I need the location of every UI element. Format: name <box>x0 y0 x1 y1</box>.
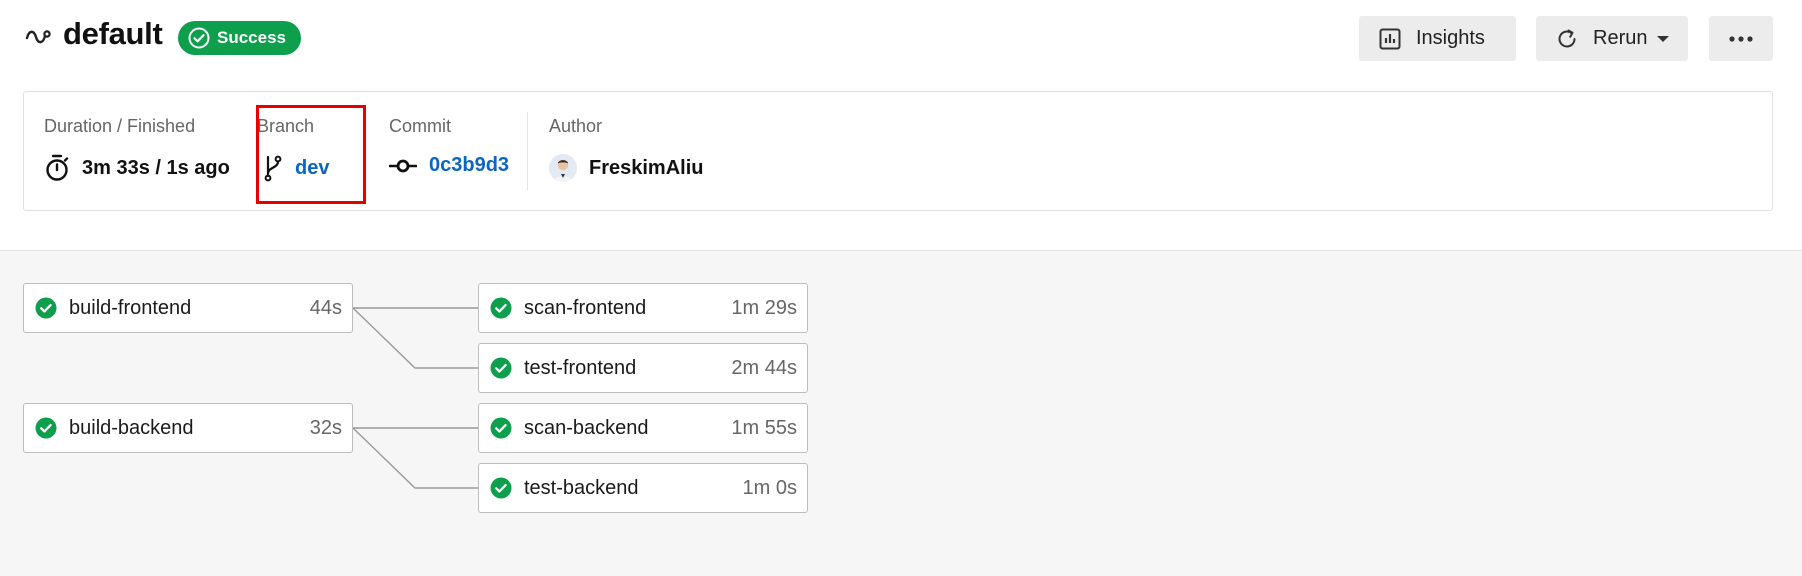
refresh-icon <box>1558 29 1576 47</box>
job-duration: 1m 55s <box>731 416 797 439</box>
bar-chart-icon <box>1379 28 1401 49</box>
job-duration: 2m 44s <box>731 356 797 379</box>
branch-value-row: dev <box>263 154 329 182</box>
git-branch-icon <box>264 155 282 182</box>
job-name: test-frontend <box>524 356 637 379</box>
job-duration: 32s <box>309 416 342 439</box>
job-name: scan-frontend <box>524 296 647 319</box>
job-duration: 1m 0s <box>742 476 797 499</box>
author-value-row: FreskimAliu <box>549 154 703 182</box>
check-circle-icon <box>188 27 210 49</box>
check-circle-icon <box>490 357 512 379</box>
avatar <box>549 154 577 182</box>
insights-label: Insights <box>1416 27 1485 49</box>
job-graph: build-frontend 44s scan-frontend 1m 29s … <box>0 250 1802 576</box>
author-name: FreskimAliu <box>589 156 704 179</box>
pipeline-icon <box>25 30 51 44</box>
job-name: scan-backend <box>524 416 649 439</box>
job-scan-backend[interactable]: scan-backend 1m 55s <box>478 403 808 453</box>
check-circle-icon <box>35 417 57 439</box>
more-horizontal-icon <box>1729 35 1753 42</box>
status-label: Success <box>217 28 286 47</box>
check-circle-icon <box>35 297 57 319</box>
insights-button[interactable]: Insights <box>1359 16 1516 61</box>
commit-link[interactable]: 0c3b9d3 <box>429 154 509 177</box>
duration-label: Duration / Finished <box>44 116 196 136</box>
page-title: default <box>63 16 163 51</box>
status-badge: Success <box>178 21 301 55</box>
commit-value-row: 0c3b9d3 <box>389 154 509 177</box>
divider <box>527 112 528 190</box>
chevron-down-icon <box>1657 35 1670 42</box>
pipeline-info-card: Duration / Finished 3m 33s / 1s ago Bran… <box>23 91 1773 211</box>
job-scan-frontend[interactable]: scan-frontend 1m 29s <box>478 283 808 333</box>
duration-value-row: 3m 33s / 1s ago <box>44 154 230 182</box>
job-name: build-backend <box>69 416 194 439</box>
job-name: build-frontend <box>69 296 192 319</box>
commit-label: Commit <box>389 116 451 136</box>
check-circle-icon <box>490 417 512 439</box>
job-build-backend[interactable]: build-backend 32s <box>23 403 353 453</box>
check-circle-icon <box>490 477 512 499</box>
rerun-label: Rerun <box>1593 27 1648 49</box>
pipeline-header: default Success Insights Rerun <box>0 0 1802 78</box>
job-name: test-backend <box>524 476 639 499</box>
check-circle-icon <box>490 297 512 319</box>
rerun-button[interactable]: Rerun <box>1536 16 1688 61</box>
branch-link[interactable]: dev <box>295 157 329 180</box>
job-build-frontend[interactable]: build-frontend 44s <box>23 283 353 333</box>
job-duration: 44s <box>309 296 342 319</box>
branch-label: Branch <box>257 116 315 136</box>
job-duration: 1m 29s <box>731 296 797 319</box>
duration-value: 3m 33s / 1s ago <box>82 156 230 179</box>
job-test-frontend[interactable]: test-frontend 2m 44s <box>478 343 808 393</box>
git-commit-icon <box>389 159 417 172</box>
job-test-backend[interactable]: test-backend 1m 0s <box>478 463 808 513</box>
author-label: Author <box>549 116 603 136</box>
stopwatch-icon <box>46 154 69 181</box>
more-options-button[interactable] <box>1709 16 1773 61</box>
